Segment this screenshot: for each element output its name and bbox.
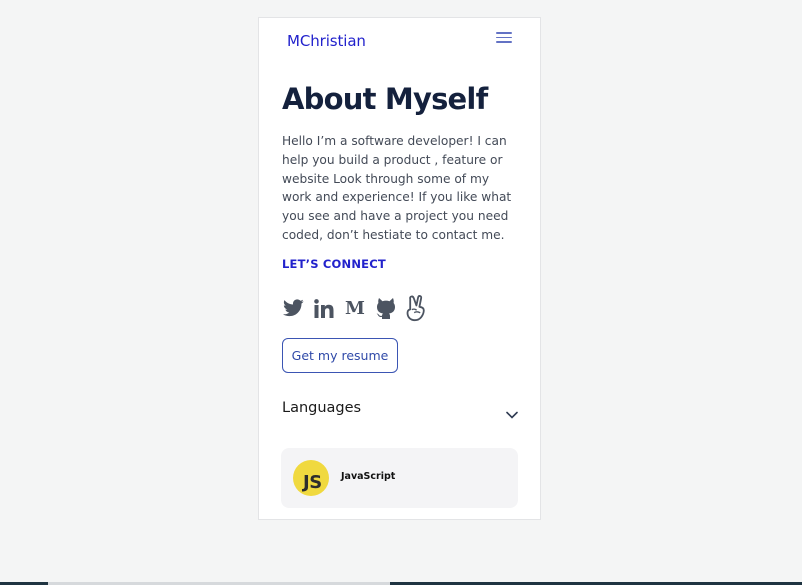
javascript-logo-icon: JS: [293, 460, 329, 496]
languages-heading: Languages: [282, 400, 362, 416]
angellist-icon[interactable]: [405, 294, 429, 322]
svg-text:M: M: [345, 299, 365, 317]
lets-connect-label: LET’S CONNECT: [282, 257, 386, 271]
linkedin-icon[interactable]: [312, 294, 336, 322]
social-links: M: [281, 294, 429, 322]
github-icon[interactable]: [374, 294, 398, 322]
twitter-icon[interactable]: [281, 294, 305, 322]
brand-logo-text[interactable]: MChristian: [287, 32, 366, 50]
bio-paragraph: Hello I’m a software developer! I can he…: [282, 134, 512, 242]
medium-icon[interactable]: M: [343, 294, 367, 322]
profile-card: MChristian About Myself Hello I’m a soft…: [258, 17, 541, 520]
get-resume-button[interactable]: Get my resume: [282, 338, 398, 373]
page-title: About Myself: [282, 82, 488, 116]
languages-accordion-header[interactable]: Languages: [282, 400, 518, 422]
language-name: JavaScript: [341, 471, 396, 482]
chevron-down-icon: [506, 404, 518, 423]
language-item: JS JavaScript: [281, 448, 518, 508]
javascript-logo-text: JS: [303, 472, 322, 493]
hamburger-menu-icon[interactable]: [496, 32, 512, 46]
